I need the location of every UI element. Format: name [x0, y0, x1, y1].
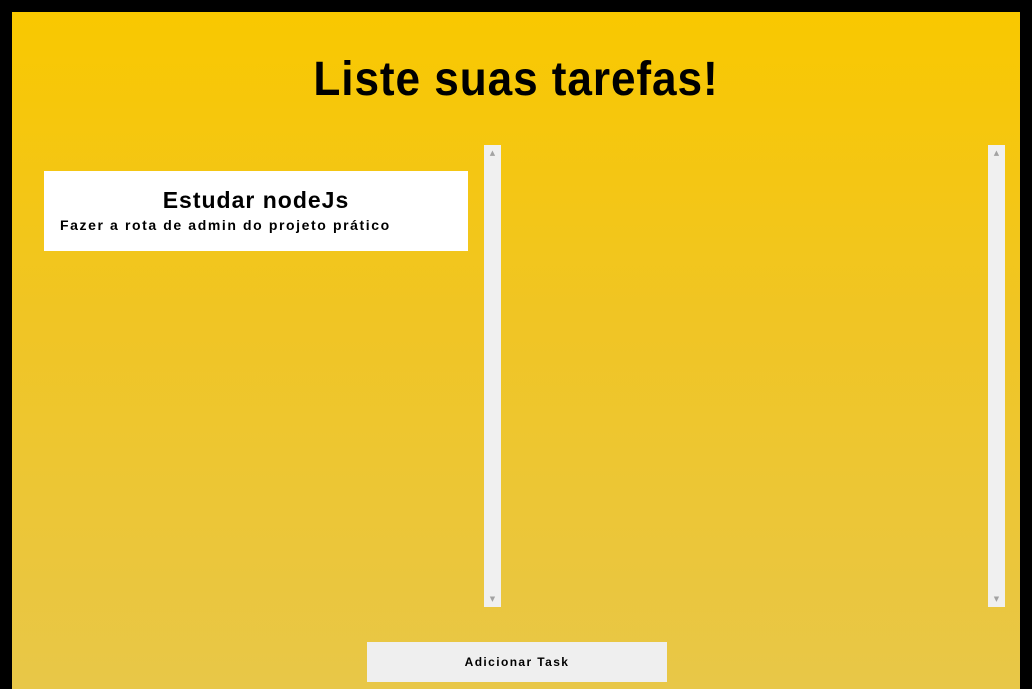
- app-container: Liste suas tarefas! Estudar nodeJs Fazer…: [12, 12, 1020, 689]
- window-frame: Liste suas tarefas! Estudar nodeJs Fazer…: [0, 0, 1032, 689]
- scroll-up-arrow-icon[interactable]: ▲: [988, 146, 1005, 160]
- scroll-down-arrow-icon[interactable]: ▼: [988, 592, 1005, 606]
- add-task-button[interactable]: Adicionar Task: [367, 642, 667, 682]
- page-title: Liste suas tarefas!: [313, 53, 719, 106]
- task-list-pending[interactable]: Estudar nodeJs Fazer a rota de admin do …: [34, 145, 502, 607]
- task-list-done[interactable]: ▲ ▼: [515, 145, 1006, 607]
- task-description: Fazer a rota de admin do projeto prático: [60, 217, 391, 233]
- task-card[interactable]: Estudar nodeJs Fazer a rota de admin do …: [44, 171, 468, 251]
- scroll-up-arrow-icon[interactable]: ▲: [484, 146, 501, 160]
- scroll-down-arrow-icon[interactable]: ▼: [484, 592, 501, 606]
- scrollbar-right[interactable]: ▲ ▼: [988, 145, 1005, 607]
- task-title: Estudar nodeJs: [162, 187, 350, 213]
- scrollbar-left[interactable]: ▲ ▼: [484, 145, 501, 607]
